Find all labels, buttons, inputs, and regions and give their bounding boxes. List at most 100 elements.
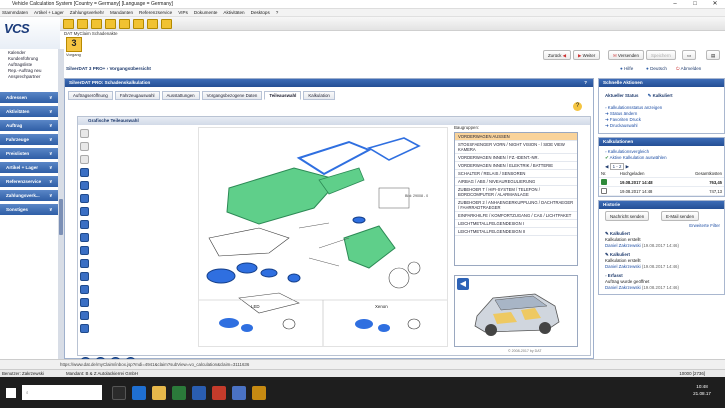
list-item[interactable]: EINPARKHILFE / KOMFORTZUGANG / CAS / LIC… [455, 212, 577, 220]
zoom-out-icon[interactable] [80, 272, 89, 281]
info-icon[interactable]: ? [573, 102, 582, 111]
list-item[interactable]: SCHALTER / RELAIS / SENSOREN [455, 170, 577, 178]
nav-aktivitaeten[interactable]: Aktivitäten ¥ [0, 106, 58, 118]
document-icon[interactable] [80, 129, 89, 138]
camera-icon[interactable] [80, 142, 89, 151]
p-icon[interactable] [80, 155, 89, 164]
page-icon[interactable] [80, 207, 89, 216]
folder-icon[interactable] [105, 19, 116, 29]
menu-vips[interactable]: VIPs [178, 9, 188, 16]
print-button[interactable]: ▤ [706, 50, 720, 60]
tab-auftragseroeffnung[interactable]: Auftragseröffnung [68, 91, 113, 100]
list-item[interactable]: LEICHTMETALLFELGENDESIGN II [455, 228, 577, 236]
send-email-button[interactable]: E-Mail senden [661, 211, 700, 221]
rotate-icon[interactable] [80, 220, 89, 229]
save-button[interactable]: Speichern [646, 50, 676, 60]
extra-button[interactable]: ▭ [682, 50, 697, 60]
splitter-handle[interactable] [59, 199, 63, 235]
exploded-view-drawing[interactable]: LED Xenon Bild: 29008 - 0 [198, 127, 448, 347]
table-row[interactable]: 19.08.2017 14:48 747,13 [599, 186, 724, 196]
windows-start-icon[interactable] [6, 388, 16, 398]
outlook-icon[interactable] [192, 386, 206, 400]
help-link[interactable]: ● Hilfe [620, 66, 633, 71]
zoom-reset-icon[interactable] [80, 285, 89, 294]
menu-desktops[interactable]: Desktops [251, 9, 270, 16]
pager-prev-icon[interactable]: ◀ [605, 164, 608, 169]
list-item[interactable]: ZUBEHOER 2 / ANHAENGERKUPPLUNG / DACHTRA… [455, 199, 577, 212]
folder-icon[interactable] [91, 19, 102, 29]
vehicle-thumbnail[interactable]: ◀ [454, 275, 578, 347]
menu-zahlungsverkehr[interactable]: Zahlungsverkehr [70, 9, 104, 16]
arrow-up-icon[interactable] [80, 168, 89, 177]
arrow-down-icon[interactable] [80, 246, 89, 255]
explorer-icon[interactable] [152, 386, 166, 400]
folder-icon[interactable] [147, 19, 158, 29]
back-button[interactable]: Zurück ◀ [543, 50, 572, 60]
nav-auftrag[interactable]: Auftrag ¥ [0, 120, 58, 132]
maximize-button[interactable]: □ [685, 0, 705, 9]
zoom-in-icon[interactable] [80, 259, 89, 268]
language-link[interactable]: ● Deutsch [646, 66, 667, 71]
app-icon[interactable] [232, 386, 246, 400]
menu-dokumente[interactable]: Dokumente [194, 9, 218, 16]
search-icon[interactable] [80, 324, 89, 333]
tab-vorgangsbezogene-daten[interactable]: Vorgangsbezogene Daten [201, 91, 263, 100]
action-print-select[interactable]: ➜ Druckauswahl [599, 123, 724, 133]
list-item[interactable]: VORDERWAGEN INNEN / FZ.-IDENT.-NR. [455, 154, 577, 162]
nav-fahrzeuge[interactable]: Fahrzeuge ¥ [0, 134, 58, 146]
edge-icon[interactable] [132, 386, 146, 400]
table-row[interactable]: 19.08.2017 14:48 763,45 [599, 177, 724, 187]
app-icon[interactable] [212, 386, 226, 400]
nav-zahlungsverkehr[interactable]: Zahlungsverk... ¥ [0, 190, 58, 202]
list-item[interactable]: LEICHTMETALLFELGENDESIGN I [455, 220, 577, 228]
send-message-button[interactable]: Nachricht senden [605, 211, 650, 221]
menu-stammdaten[interactable]: Stammdaten [2, 9, 28, 16]
minimize-button[interactable]: – [665, 0, 685, 9]
page-icon[interactable] [80, 194, 89, 203]
logout-link[interactable]: ⏻ Abmelden [676, 66, 701, 71]
menu-artikel-lager[interactable]: Artikel + Lager [34, 9, 64, 16]
task-view-icon[interactable] [112, 386, 126, 400]
nav-sonstiges[interactable]: Sonstiges ¥ [0, 204, 58, 216]
list-item[interactable]: AIRBAG / ABS / NIVEAUREGULIERUNG [455, 178, 577, 186]
excel-icon[interactable] [172, 386, 186, 400]
tab-ausstattungen[interactable]: Ausstattungen [161, 91, 200, 100]
list-item[interactable]: ZUBEHOER T / HIFI-SYSTEM / TELEFON / BOR… [455, 186, 577, 199]
nav-adressen[interactable]: Adressen ¥ [0, 92, 58, 104]
tab-kalkulation[interactable]: Kalkulation [303, 91, 335, 100]
assembly-group-list[interactable]: VORDERWAGEN AUSSEN STOSSFAENGER VORN / N… [454, 132, 578, 266]
back-arrow-icon[interactable]: ◀ [457, 278, 469, 290]
pager-next-icon[interactable]: ▶ [626, 164, 629, 169]
zoom-fit-icon[interactable] [80, 298, 89, 307]
nav-artikel-lager[interactable]: Artikel + Lager ¥ [0, 162, 58, 174]
row-checkbox[interactable] [599, 186, 618, 196]
row-checkbox[interactable] [599, 177, 618, 187]
arrow-right-icon[interactable] [80, 181, 89, 190]
menu-help[interactable]: ? [276, 9, 279, 16]
folder-icon[interactable] [161, 19, 172, 29]
print-icon[interactable] [80, 311, 89, 320]
folder-icon[interactable] [133, 19, 144, 29]
car-parts-diagram[interactable] [199, 128, 447, 346]
folder-icon[interactable] [77, 19, 88, 29]
menu-referenzservice[interactable]: Referenzservice [139, 9, 172, 16]
pager-value[interactable]: 1 - 2 [609, 163, 625, 170]
tab-fahrzeugauswahl[interactable]: Fahrzeugauswahl [114, 91, 160, 100]
list-item[interactable]: VORDERWAGEN INNEN / ELEKTRIK / BATTERIE [455, 162, 577, 170]
taskbar-search-box[interactable]: ⌕ [22, 385, 102, 400]
tab-teileauswahl[interactable]: Teileauswahl [264, 91, 302, 100]
taskbar-clock[interactable]: 10:48 21.08.17 [693, 383, 711, 397]
list-item[interactable]: STOSSFAENGER VORN / NIGHT VISION - / SID… [455, 141, 577, 154]
nav-preislisten[interactable]: Preislisten ¥ [0, 148, 58, 160]
forward-button[interactable]: ▶ Weiter [573, 50, 601, 60]
close-button[interactable]: ✕ [705, 0, 725, 9]
folder-icon[interactable] [63, 19, 74, 29]
help-icon[interactable]: ? [584, 79, 587, 87]
menu-mandanten[interactable]: Mandanten [110, 9, 133, 16]
calc-compare-link[interactable]: ▫ Kalkulationsvergleich [599, 146, 724, 155]
app-icon[interactable] [252, 386, 266, 400]
folder-icon[interactable] [119, 19, 130, 29]
nav-referenzservice[interactable]: Referenzservice ¥ [0, 176, 58, 188]
arrow-up-icon[interactable] [80, 233, 89, 242]
send-button[interactable]: ✉ Versenden [608, 50, 644, 60]
